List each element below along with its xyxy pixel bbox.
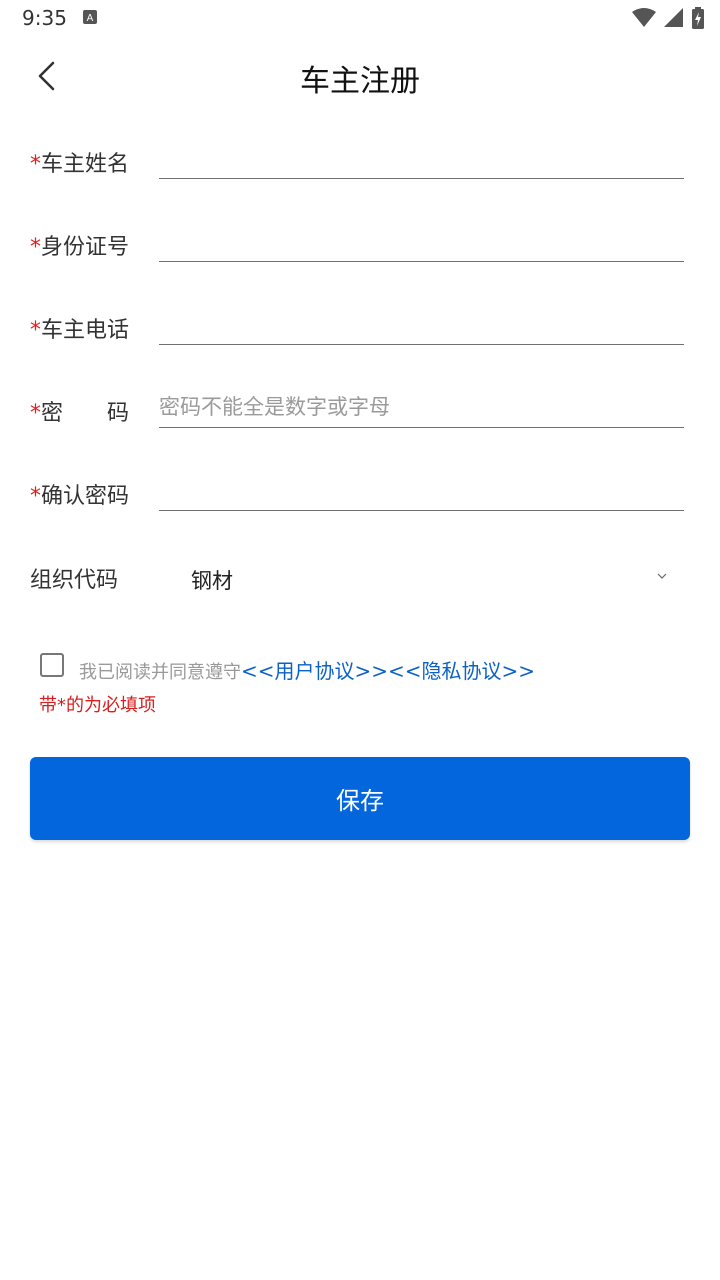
- owner-phone-row: *车主电话: [30, 298, 684, 358]
- password-label: *密 码: [30, 401, 130, 426]
- owner-name-input[interactable]: [159, 138, 684, 179]
- save-button[interactable]: 保存: [30, 757, 690, 840]
- org-code-value: 钢材: [191, 569, 233, 593]
- chevron-down-icon: [657, 573, 667, 579]
- status-bar: 9:35 A: [0, 0, 720, 36]
- privacy-policy-link[interactable]: <<隐私协议>>: [388, 659, 535, 683]
- org-code-label: 组织代码: [30, 568, 119, 593]
- svg-text:A: A: [87, 13, 94, 24]
- agreement-label: 我已阅读并同意遵守: [79, 662, 241, 683]
- id-number-input[interactable]: [159, 221, 684, 262]
- status-time: 9:35: [22, 6, 67, 30]
- id-number-row: *身份证号: [30, 215, 684, 275]
- owner-phone-input[interactable]: [159, 304, 684, 345]
- wifi-icon: [632, 8, 656, 27]
- required-mark: *: [30, 401, 41, 426]
- id-number-label: *身份证号: [30, 235, 130, 260]
- page-title: 车主注册: [300, 64, 420, 99]
- agreement-checkbox[interactable]: [40, 653, 64, 677]
- confirm-password-row: *确认密码: [30, 464, 684, 524]
- password-row: *密 码: [30, 381, 684, 441]
- battery-icon: [692, 7, 704, 29]
- confirm-password-input[interactable]: [159, 470, 684, 511]
- password-input[interactable]: [159, 387, 684, 428]
- notification-a-icon: A: [83, 10, 97, 24]
- status-icons: [632, 7, 704, 29]
- user-agreement-link[interactable]: <<用户协议>>: [241, 659, 388, 683]
- required-mark: *: [30, 152, 41, 177]
- agreement-text: 我已阅读并同意遵守<<用户协议>><<隐私协议>>: [79, 655, 535, 684]
- confirm-password-label: *确认密码: [30, 484, 130, 509]
- required-mark: *: [30, 318, 41, 343]
- owner-name-label: *车主姓名: [30, 152, 130, 177]
- required-mark: *: [30, 484, 41, 509]
- required-note: 带*的为必填项: [39, 695, 156, 716]
- owner-phone-label: *车主电话: [30, 318, 130, 343]
- owner-name-row: *车主姓名: [30, 132, 684, 192]
- org-code-select[interactable]: 组织代码 钢材: [30, 560, 684, 600]
- signal-icon: [664, 8, 683, 27]
- agreement-row: 我已阅读并同意遵守<<用户协议>><<隐私协议>>: [40, 653, 680, 683]
- app-bar: 车主注册: [0, 40, 720, 112]
- required-mark: *: [30, 235, 41, 260]
